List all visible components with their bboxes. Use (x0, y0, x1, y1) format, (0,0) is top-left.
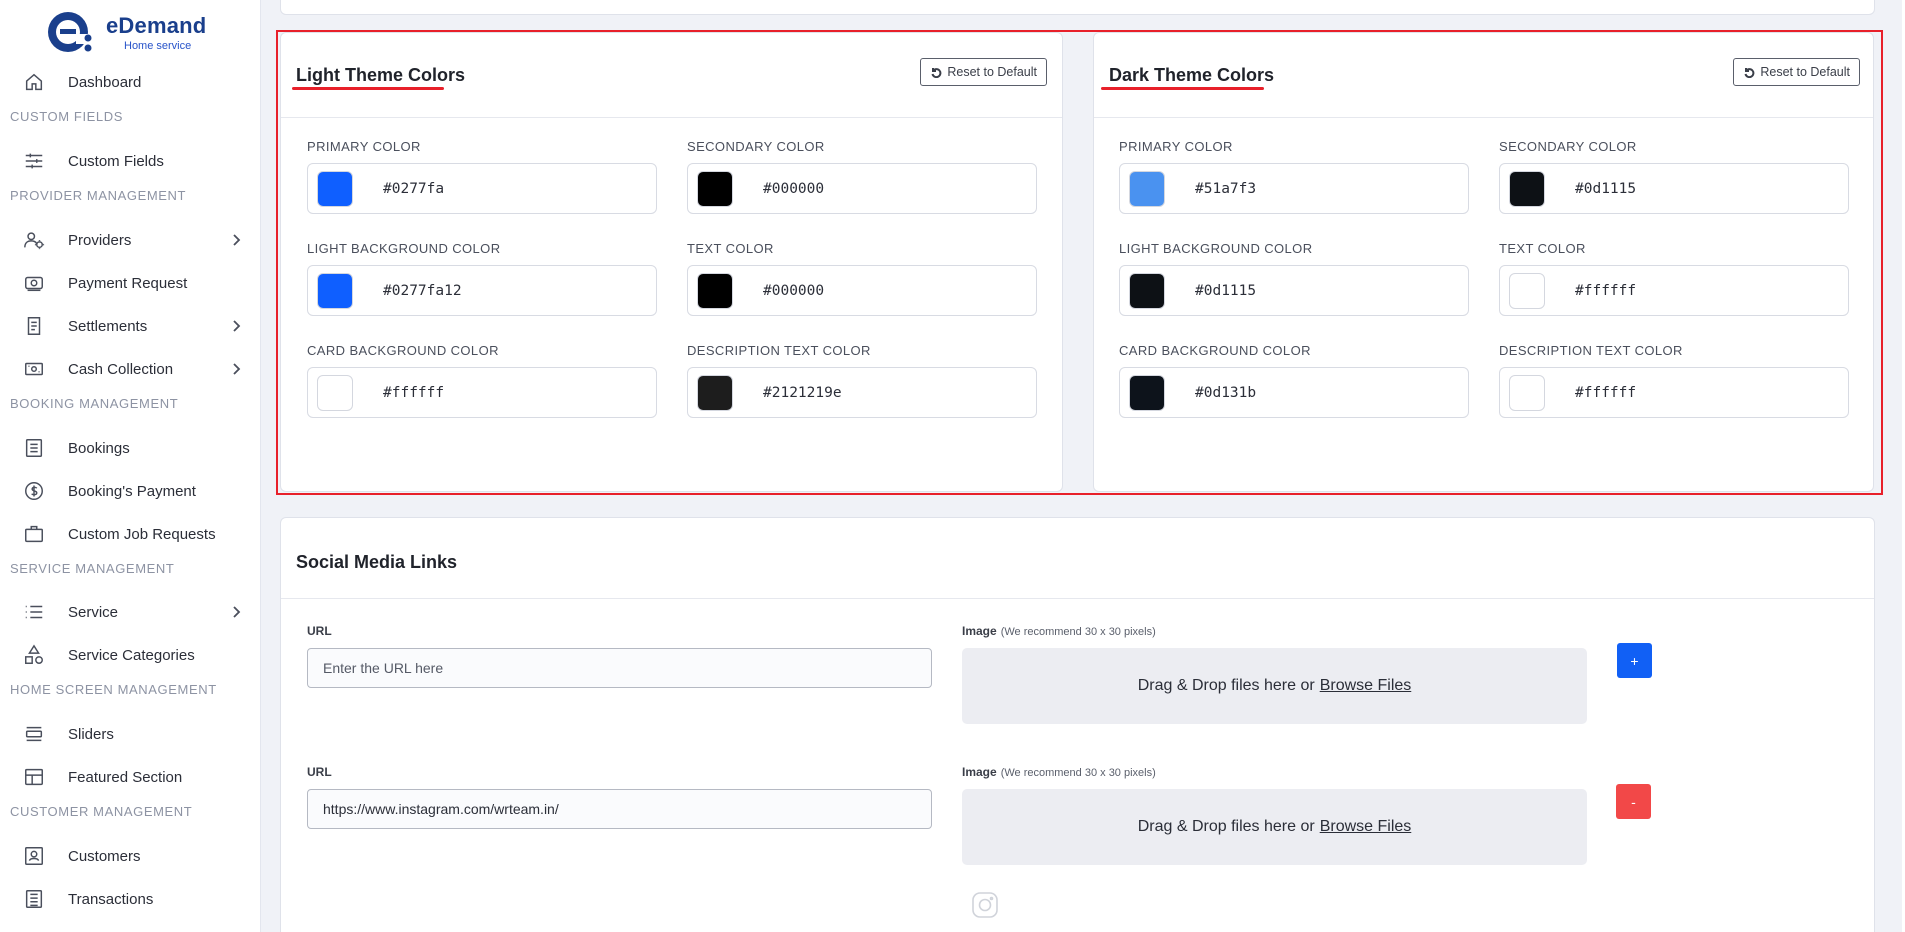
previous-card (280, 0, 1875, 15)
sidebar-item-bookings[interactable]: Bookings (0, 431, 261, 465)
sidebar-item-service[interactable]: Service (0, 595, 261, 629)
edemand-logo-icon (46, 8, 94, 56)
brand-tagline: Home service (124, 39, 192, 52)
briefcase-icon (22, 522, 46, 546)
sidebar-item-customers[interactable]: Customers (0, 839, 261, 873)
sidebar-item-label: Service (68, 603, 119, 621)
social-media-card: Social Media Links URL Image(We recommen… (280, 517, 1875, 932)
sidebar-item-providers[interactable]: Providers (0, 223, 261, 257)
sidebar-item-cash-collection[interactable]: Cash Collection (0, 352, 261, 386)
sidebar: eDemand Home service Dashboard CUSTOM FI… (0, 0, 261, 932)
sidebar-item-label: Transactions (68, 890, 154, 908)
sidebar-item-sliders[interactable]: Sliders (0, 717, 261, 751)
list-icon (22, 436, 46, 460)
receipt-icon (22, 314, 46, 338)
dollar-circle-icon (22, 479, 46, 503)
users-gear-icon (22, 228, 46, 252)
browse-files-link[interactable]: Browse Files (1320, 818, 1412, 836)
section-custom-fields: CUSTOM FIELDS (10, 109, 124, 124)
section-provider-management: PROVIDER MANAGEMENT (10, 188, 187, 203)
slider-icon (22, 722, 46, 746)
sidebar-item-label: Cash Collection (68, 360, 174, 378)
chevron-right-icon (228, 361, 244, 377)
card-header: Social Media Links (281, 518, 1874, 599)
url-label: URL (307, 765, 332, 779)
sidebar-item-featured-section[interactable]: Featured Section (0, 760, 261, 794)
section-home-screen-management: HOME SCREEN MANAGEMENT (10, 682, 217, 697)
document-list-icon (22, 887, 46, 911)
instagram-icon (970, 890, 1000, 920)
section-service-management: SERVICE MANAGEMENT (10, 561, 175, 576)
sidebar-item-label: Sliders (68, 725, 114, 743)
sliders-icon (22, 149, 46, 173)
sidebar-item-label: Custom Job Requests (68, 525, 216, 543)
sidebar-item-service-categories[interactable]: Service Categories (0, 638, 261, 672)
shapes-icon (22, 643, 46, 667)
brand-logo[interactable]: eDemand Home service (46, 8, 206, 56)
url-label: URL (307, 624, 332, 638)
image-label: Image (We recommend 30 x 30 pixels) (962, 624, 1156, 638)
sidebar-item-label: Featured Section (68, 768, 183, 786)
sidebar-item-label: Customers (68, 847, 141, 865)
sidebar-item-label: Bookings (68, 439, 130, 457)
sidebar-item-label: Providers (68, 231, 132, 249)
sidebar-item-label: Dashboard (68, 73, 142, 91)
chevron-right-icon (228, 604, 244, 620)
money-icon (22, 357, 46, 381)
remove-row-button[interactable]: - (1616, 784, 1651, 819)
sidebar-item-custom-fields[interactable]: Custom Fields (0, 144, 261, 178)
user-card-icon (22, 844, 46, 868)
sidebar-item-label: Service Categories (68, 646, 195, 664)
browse-files-link[interactable]: Browse Files (1320, 677, 1412, 695)
home-icon (22, 70, 46, 94)
bullet-list-icon (22, 600, 46, 624)
social-media-title: Social Media Links (296, 552, 458, 572)
add-row-button[interactable]: + (1617, 643, 1652, 678)
chevron-right-icon (228, 232, 244, 248)
cash-icon (22, 271, 46, 295)
section-booking-management: BOOKING MANAGEMENT (10, 396, 179, 411)
layout-icon (22, 765, 46, 789)
chevron-right-icon (228, 318, 244, 334)
sidebar-item-settlements[interactable]: Settlements (0, 309, 261, 343)
sidebar-item-label: Settlements (68, 317, 148, 335)
sidebar-item-label: Payment Request (68, 274, 188, 292)
brand-name: eDemand (106, 12, 207, 38)
url-input[interactable] (307, 789, 932, 829)
sidebar-item-transactions[interactable]: Transactions (0, 882, 261, 916)
sidebar-item-label: Booking's Payment (68, 482, 196, 500)
sidebar-item-custom-job-requests[interactable]: Custom Job Requests (0, 517, 261, 551)
sidebar-item-payment-request[interactable]: Payment Request (0, 266, 261, 300)
url-input[interactable] (307, 648, 932, 688)
file-dropzone[interactable]: Drag & Drop files here or Browse Files (962, 648, 1587, 724)
file-dropzone[interactable]: Drag & Drop files here or Browse Files (962, 789, 1587, 865)
section-customer-management: CUSTOMER MANAGEMENT (10, 804, 193, 819)
sidebar-item-dashboard[interactable]: Dashboard (0, 65, 261, 99)
sidebar-item-bookings-payment[interactable]: Booking's Payment (0, 474, 261, 508)
image-label: Image (We recommend 30 x 30 pixels) (962, 765, 1156, 779)
highlight-annotation (276, 30, 1883, 495)
sidebar-item-label: Custom Fields (68, 152, 164, 170)
